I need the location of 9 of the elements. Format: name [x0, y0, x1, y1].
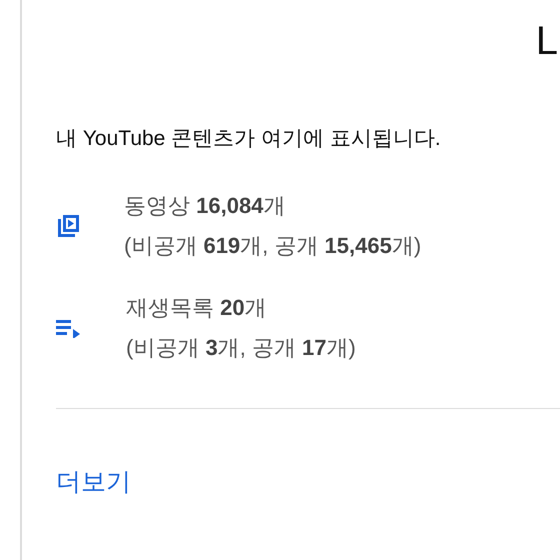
- item-count-text: 재생목록 20개: [126, 294, 268, 322]
- item-detail-text: (비공개 619개, 공개 15,465개): [124, 232, 422, 260]
- playlist-icon: [56, 318, 82, 338]
- description-text: 내 YouTube 콘텐츠가 여기에 표시됩니다.: [56, 126, 442, 152]
- more-link[interactable]: 더보기: [56, 465, 131, 498]
- video-library-icon: [56, 213, 80, 239]
- dialog-title: L: [536, 18, 558, 65]
- item-detail-text: (비공개 3개, 공개 17개): [126, 334, 356, 362]
- item-count-text: 동영상 16,084개: [124, 192, 286, 220]
